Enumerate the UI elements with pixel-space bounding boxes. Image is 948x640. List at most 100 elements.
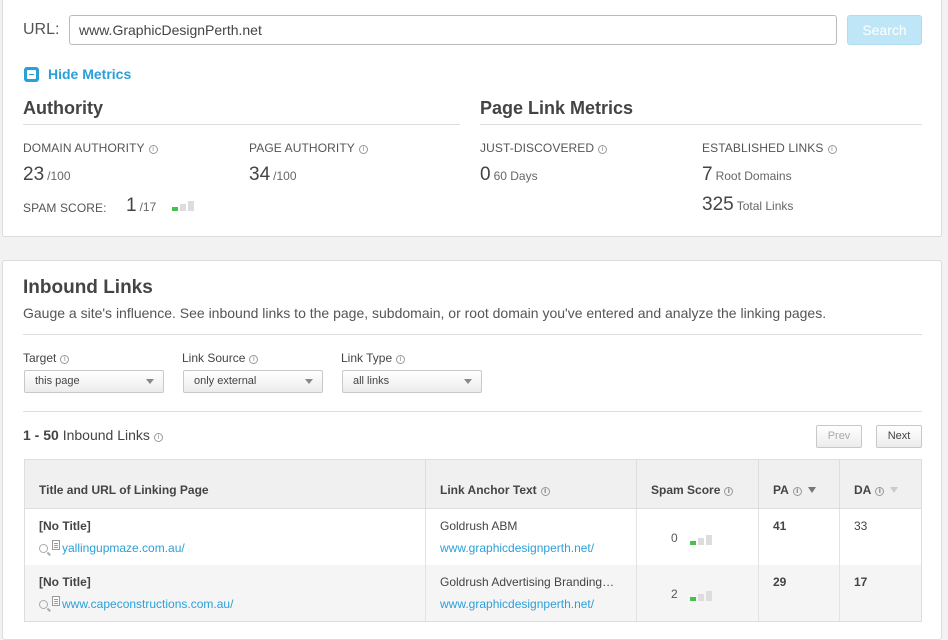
spam-bar <box>689 541 696 545</box>
column-spam-label: Spam Score <box>651 483 721 497</box>
spam-score-unit: /17 <box>139 200 157 214</box>
page-authority-number: 34 <box>249 164 271 185</box>
info-icon[interactable]: i <box>148 145 158 154</box>
divider <box>23 124 460 125</box>
column-anchor[interactable]: Link Anchor Text i <box>426 460 637 508</box>
anchor-cell: Goldrush ABM www.graphicdesignperth.net/ <box>426 509 637 565</box>
pa-cell: 41 <box>759 509 840 565</box>
column-da-label: DA <box>854 483 872 497</box>
sort-down-icon[interactable] <box>807 487 816 493</box>
target-select[interactable]: this page <box>24 370 164 393</box>
chevron-down-icon <box>464 379 472 384</box>
domain-authority-label-text: DOMAIN AUTHORITY <box>23 141 145 155</box>
title-url-cell: [No Title] yallingupmaze.com.au/ <box>25 509 426 565</box>
info-icon[interactable]: i <box>249 355 259 364</box>
sort-down-icon[interactable] <box>890 487 899 493</box>
authority-title: Authority <box>23 98 103 118</box>
domain-authority-label: DOMAIN AUTHORITY i <box>23 141 158 155</box>
link-source-filter-label-text: Link Source <box>182 351 246 365</box>
page-authority-label: PAGE AUTHORITY i <box>249 141 368 155</box>
spam-score-label: SPAM SCORE: <box>23 201 107 215</box>
anchor-url[interactable]: www.graphicdesignperth.net/ <box>440 541 594 555</box>
inbound-links-card: Inbound Links Gauge a site's influence. … <box>2 260 942 640</box>
column-da[interactable]: DA i <box>840 460 923 508</box>
divider <box>23 334 922 335</box>
domain-authority-number: 23 <box>23 164 45 185</box>
link-source-select[interactable]: only external <box>183 370 323 393</box>
root-domains-unit: Root Domains <box>715 169 792 183</box>
next-button[interactable]: Next <box>876 425 922 448</box>
just-discovered-label-text: JUST-DISCOVERED <box>480 141 595 155</box>
hide-metrics-toggle[interactable]: Hide Metrics <box>24 66 131 82</box>
info-icon[interactable]: i <box>827 145 837 154</box>
search-icon[interactable] <box>39 599 48 609</box>
root-domains-number: 7 <box>702 164 713 185</box>
info-icon[interactable]: i <box>60 355 70 364</box>
target-filter-label: Target i <box>23 351 70 365</box>
spam-bar <box>697 538 704 545</box>
link-type-select[interactable]: all links <box>342 370 482 393</box>
chevron-down-icon <box>305 379 313 384</box>
domain-authority-value: 23/100 <box>23 164 71 186</box>
link-url-text[interactable]: www.capeconstructions.com.au/ <box>62 597 233 611</box>
info-icon[interactable]: i <box>153 433 163 442</box>
copy-icon[interactable] <box>52 540 60 550</box>
link-url-text[interactable]: yallingupmaze.com.au/ <box>62 541 185 555</box>
pa-cell: 29 <box>759 565 840 621</box>
info-icon[interactable]: i <box>396 355 406 364</box>
divider <box>23 411 922 412</box>
inbound-links-description: Gauge a site's influence. See inbound li… <box>23 305 827 321</box>
table-row: [No Title] www.capeconstructions.com.au/… <box>25 565 921 621</box>
copy-icon[interactable] <box>52 596 60 606</box>
metrics-card: URL: Search Hide Metrics Authority Page … <box>2 0 942 237</box>
spam-score-value: 1/17 <box>126 195 194 217</box>
link-title: [No Title] <box>39 575 91 589</box>
column-spam[interactable]: Spam Score i <box>637 460 759 508</box>
chevron-down-icon <box>146 379 154 384</box>
link-url[interactable]: yallingupmaze.com.au/ <box>39 540 185 555</box>
column-title-url-label: Title and URL of Linking Page <box>39 483 209 497</box>
spam-score-bars <box>689 591 712 601</box>
info-icon[interactable]: i <box>792 487 802 496</box>
total-links-unit: Total Links <box>736 199 794 213</box>
info-icon[interactable]: i <box>358 145 368 154</box>
link-url[interactable]: www.capeconstructions.com.au/ <box>39 596 233 611</box>
url-input[interactable] <box>69 15 837 45</box>
hide-metrics-label: Hide Metrics <box>48 66 132 82</box>
search-button[interactable]: Search <box>847 15 922 45</box>
spam-bar <box>187 201 194 211</box>
link-source-filter-label: Link Source i <box>182 351 259 365</box>
spam-score: 2 <box>671 587 712 601</box>
root-domains-value: 7 Root Domains <box>702 164 792 186</box>
link-source-select-value: only external <box>194 375 257 387</box>
just-discovered-value: 0 60 Days <box>480 164 538 186</box>
info-icon[interactable]: i <box>598 145 608 154</box>
page-authority-value: 34/100 <box>249 164 297 186</box>
spam-bar <box>705 535 712 545</box>
table-row: [No Title] yallingupmaze.com.au/ Goldrus… <box>25 509 921 565</box>
anchor-cell: Goldrush Advertising Branding… www.graph… <box>426 565 637 621</box>
total-links-number: 325 <box>702 194 734 215</box>
info-icon[interactable]: i <box>724 487 734 496</box>
column-pa[interactable]: PA i <box>759 460 840 508</box>
inbound-links-title: Inbound Links <box>23 277 153 298</box>
info-icon[interactable]: i <box>875 487 885 496</box>
link-type-select-value: all links <box>353 375 390 387</box>
spam-bar <box>689 597 696 601</box>
spam-cell: 0 <box>637 509 759 565</box>
established-links-label-text: ESTABLISHED LINKS <box>702 141 824 155</box>
just-discovered-number: 0 <box>480 164 491 185</box>
spam-bar <box>697 594 704 601</box>
search-icon[interactable] <box>39 543 48 553</box>
info-icon[interactable]: i <box>540 487 550 496</box>
anchor-text: Goldrush ABM <box>440 519 518 533</box>
link-title: [No Title] <box>39 519 91 533</box>
da-value: 33 <box>854 519 868 533</box>
total-links-value: 325 Total Links <box>702 194 793 216</box>
anchor-url[interactable]: www.graphicdesignperth.net/ <box>440 597 594 611</box>
prev-button[interactable]: Prev <box>816 425 862 448</box>
column-pa-label: PA <box>773 483 789 497</box>
pa-value: 41 <box>773 519 787 533</box>
spam-score-bars <box>689 535 712 545</box>
spam-bar <box>179 204 186 211</box>
